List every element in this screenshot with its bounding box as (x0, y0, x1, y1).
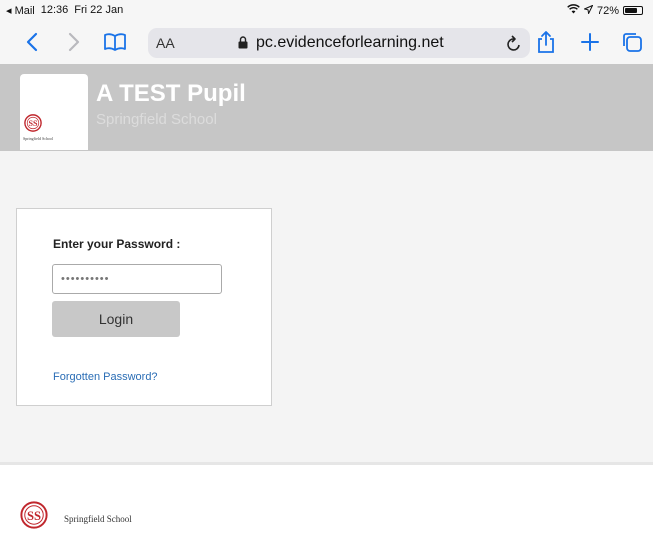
footer: SS Springfield School (0, 465, 653, 542)
pupil-name: A TEST Pupil (96, 80, 246, 107)
bookmarks-book-icon[interactable] (102, 27, 128, 57)
url-text: pc.evidenceforlearning.net (256, 34, 444, 51)
lock-icon (238, 36, 248, 54)
svg-text:SS: SS (27, 509, 41, 523)
share-icon[interactable] (534, 27, 558, 57)
forgotten-password-link[interactable]: Forgotten Password? (53, 371, 158, 383)
status-right: 72% (567, 3, 643, 17)
wifi-icon (567, 4, 580, 17)
status-left: ◂ Mail 12:36 Fri 22 Jan (6, 4, 123, 17)
status-date: Fri 22 Jan (74, 4, 124, 16)
back-chevron-icon[interactable] (22, 27, 42, 57)
tabs-overview-icon[interactable] (620, 27, 644, 57)
battery-fill (625, 8, 637, 13)
back-to-app[interactable]: ◂ Mail (6, 4, 35, 17)
status-bar: ◂ Mail 12:36 Fri 22 Jan 72% (0, 0, 653, 20)
site-header: SS Springfield School A TEST Pupil Sprin… (0, 64, 653, 151)
status-time: 12:36 (40, 4, 69, 16)
address-bar[interactable]: AA pc.evidenceforlearning.net (148, 28, 530, 58)
login-card: Enter your Password : Login Forgotten Pa… (16, 208, 272, 406)
footer-school-name: Springfield School (64, 514, 132, 524)
new-tab-plus-icon[interactable] (578, 27, 602, 57)
login-button[interactable]: Login (52, 301, 180, 337)
header-school-name: Springfield School (96, 111, 217, 128)
school-logo-card: SS Springfield School (20, 74, 88, 150)
battery-percent: 72% (596, 4, 619, 17)
location-arrow-icon (582, 3, 594, 17)
battery-icon (623, 6, 643, 15)
password-field[interactable] (52, 264, 222, 294)
footer-logo-icon: SS (20, 501, 48, 534)
password-label: Enter your Password : (53, 237, 181, 251)
text-size-button[interactable]: AA (156, 35, 175, 51)
svg-text:SS: SS (29, 119, 38, 128)
forward-chevron-icon[interactable] (64, 27, 84, 57)
school-logo-icon: SS (24, 114, 42, 137)
logo-caption: Springfield School (23, 136, 54, 141)
browser-toolbar: AA pc.evidenceforlearning.net (0, 20, 653, 64)
reload-icon[interactable] (506, 34, 522, 57)
